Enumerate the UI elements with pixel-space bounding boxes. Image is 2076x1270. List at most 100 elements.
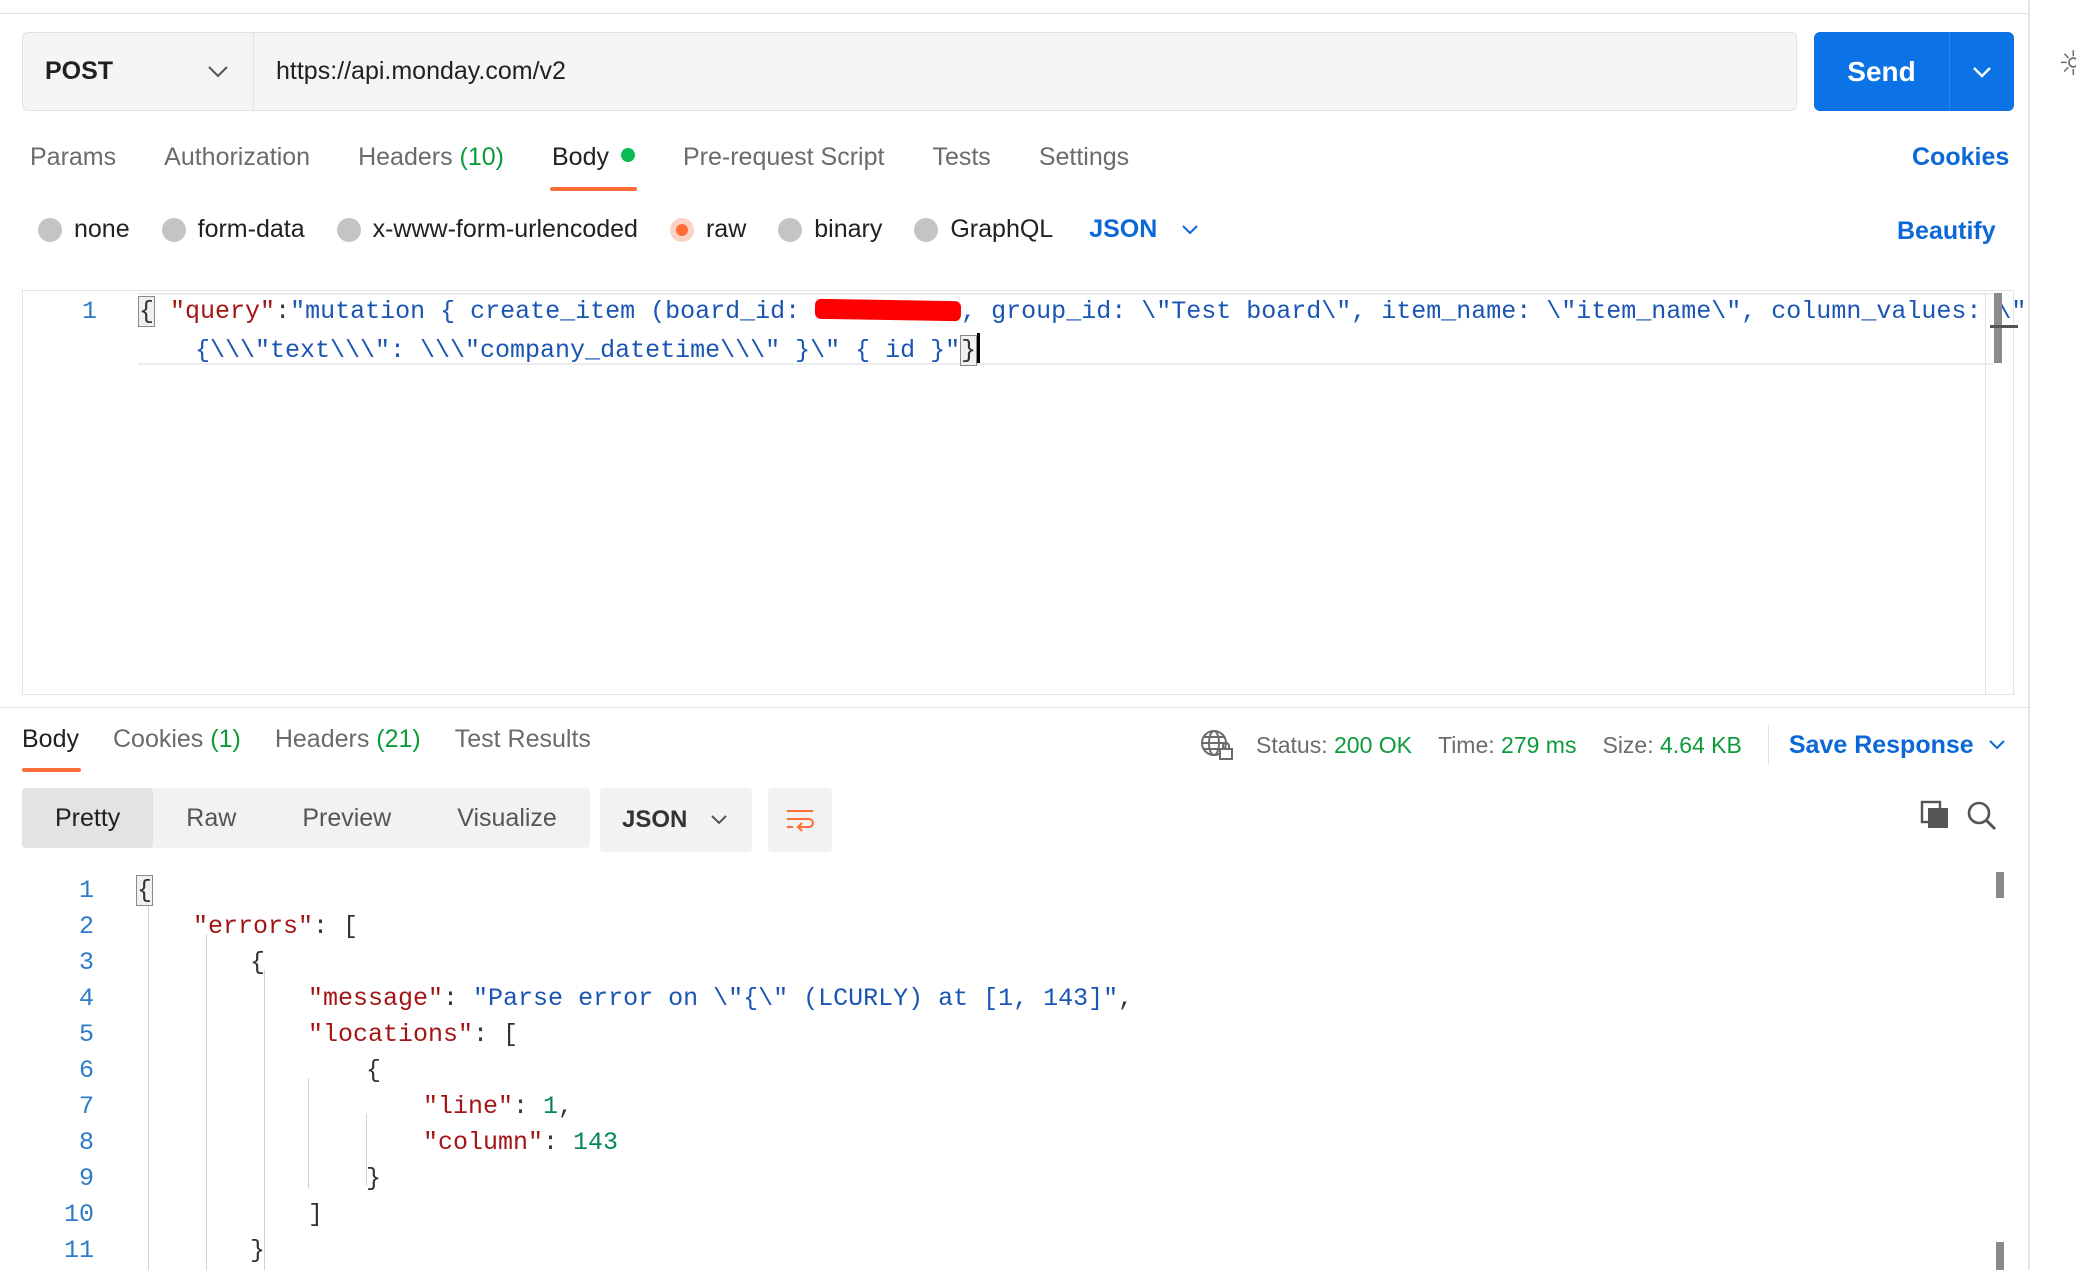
tab-response-cookies[interactable]: Cookies (1) xyxy=(113,725,241,754)
scrollbar-thumb[interactable] xyxy=(1996,872,2004,898)
view-visualize[interactable]: Visualize xyxy=(424,788,590,848)
indent-guide xyxy=(148,898,149,1270)
lightbulb-icon[interactable]: ☼ xyxy=(2058,44,2076,84)
json-line: { xyxy=(250,948,266,977)
scrollbar-thumb[interactable] xyxy=(1994,293,2002,363)
url-input[interactable] xyxy=(254,33,1796,110)
scroll-marker xyxy=(1990,325,2018,328)
redacted-board-id xyxy=(815,298,962,322)
tab-test-results[interactable]: Test Results xyxy=(455,725,591,754)
wrap-lines-icon xyxy=(787,810,814,832)
tab-settings[interactable]: Settings xyxy=(1039,143,1129,193)
time-readout[interactable]: Time: 279 ms xyxy=(1438,732,1576,759)
json-line: "locations": [ xyxy=(308,1020,519,1049)
view-preview[interactable]: Preview xyxy=(269,788,424,848)
radio-x-www-form-urlencoded[interactable]: x-www-form-urlencoded xyxy=(336,215,638,244)
indent-guide xyxy=(206,934,207,1270)
method-select[interactable]: POST xyxy=(23,33,254,110)
view-raw[interactable]: Raw xyxy=(153,788,269,848)
status-readout[interactable]: Status: 200 OK xyxy=(1256,732,1412,759)
view-pretty[interactable]: Pretty xyxy=(22,788,154,848)
line-gutter: 1 xyxy=(23,291,135,694)
tab-params[interactable]: Params xyxy=(30,143,116,193)
line-number: 1 xyxy=(81,297,97,326)
json-line: "errors": [ xyxy=(193,912,359,941)
tab-pre-request-script[interactable]: Pre-request Script xyxy=(683,143,884,193)
line-number: 3 xyxy=(78,948,94,977)
radio-circle xyxy=(161,217,186,242)
size-readout[interactable]: Size: 4.64 KB xyxy=(1602,732,1741,759)
indent-guide xyxy=(308,1078,309,1188)
send-button[interactable]: Send xyxy=(1814,32,1950,111)
scrollbar-thumb-bottom[interactable] xyxy=(1996,1242,2004,1270)
meta-separator xyxy=(1767,725,1769,765)
send-options-button[interactable] xyxy=(1950,32,2014,111)
response-tabs: Body Cookies (1) Headers (21) Test Resul… xyxy=(22,725,625,772)
chevron-down-icon xyxy=(1973,66,1991,78)
line-number: 10 xyxy=(63,1200,94,1229)
response-body-viewer[interactable]: 1 { 2 "errors": [ 3 { 4 "message": "Pars… xyxy=(0,868,2028,1270)
cookies-link[interactable]: Cookies xyxy=(1912,143,2009,172)
send-button-group: Send xyxy=(1814,32,2014,111)
radio-form-data[interactable]: form-data xyxy=(161,215,305,244)
response-view-selector: Pretty Raw Preview Visualize xyxy=(22,788,590,848)
top-divider xyxy=(0,0,2030,14)
line-number: 11 xyxy=(63,1236,94,1265)
code-line-1-wrap: {\\\"text\\\": \\\"company_datetime\\\" … xyxy=(195,333,981,366)
tab-body[interactable]: Body xyxy=(550,143,637,193)
tab-headers[interactable]: Headers (10) xyxy=(358,143,504,193)
line-number: 2 xyxy=(78,912,94,941)
wrap-lines-button[interactable] xyxy=(768,788,832,852)
radio-binary[interactable]: binary xyxy=(778,215,882,244)
request-body-editor[interactable]: 1 { "query":"mutation { create_item (boa… xyxy=(22,290,2026,695)
chevron-down-icon xyxy=(1182,224,1199,234)
radio-circle xyxy=(778,217,803,242)
line-number: 8 xyxy=(78,1128,94,1157)
json-line: "line": 1, xyxy=(423,1092,574,1121)
text-cursor xyxy=(977,333,981,363)
tab-tests[interactable]: Tests xyxy=(932,143,990,193)
tab-authorization[interactable]: Authorization xyxy=(164,143,310,193)
response-format-select[interactable]: JSON xyxy=(600,788,752,852)
line-number: 5 xyxy=(78,1020,94,1049)
beautify-button[interactable]: Beautify xyxy=(1897,217,1996,246)
response-meta: Status: 200 OK Time: 279 ms Size: 4.64 K… xyxy=(1200,725,2006,765)
json-line: { xyxy=(366,1056,382,1085)
line-number: 7 xyxy=(78,1092,94,1121)
json-line: "message": "Parse error on \"{\" (LCURLY… xyxy=(308,984,1134,1013)
radio-circle-selected xyxy=(669,217,694,242)
json-line: { xyxy=(136,875,154,906)
radio-circle xyxy=(336,217,361,242)
json-line: "column": 143 xyxy=(423,1128,619,1157)
copy-icon[interactable] xyxy=(1920,800,1950,835)
url-bar: POST xyxy=(22,32,1797,111)
body-indicator-dot xyxy=(620,148,635,162)
indent-guide xyxy=(264,970,265,1270)
chevron-down-icon xyxy=(208,65,228,77)
line-number: 4 xyxy=(78,984,94,1013)
pane-divider[interactable] xyxy=(0,707,2030,708)
line-number: 1 xyxy=(78,876,94,905)
chevron-down-icon xyxy=(1988,740,2005,750)
request-tabs: Params Authorization Headers (10) Body P… xyxy=(30,143,1177,193)
body-mode-options: none form-data x-www-form-urlencoded raw… xyxy=(38,215,1199,244)
code-line-1: { "query":"mutation { create_item (board… xyxy=(138,296,2027,327)
radio-circle xyxy=(914,217,939,242)
line-number: 6 xyxy=(78,1056,94,1085)
tab-response-body[interactable]: Body xyxy=(22,725,81,772)
search-icon[interactable] xyxy=(1966,800,1998,837)
radio-circle xyxy=(38,217,62,242)
json-line: } xyxy=(250,1236,266,1265)
tab-response-headers[interactable]: Headers (21) xyxy=(275,725,421,754)
globe-lock-icon[interactable] xyxy=(1200,729,1234,761)
radio-raw[interactable]: raw xyxy=(669,215,746,244)
method-label: POST xyxy=(45,57,114,85)
radio-graphql[interactable]: GraphQL xyxy=(914,215,1053,244)
right-panel-divider xyxy=(2028,0,2030,1270)
editor-scrollbar[interactable] xyxy=(1985,291,2018,694)
json-line: } xyxy=(366,1164,382,1193)
save-response-button[interactable]: Save Response xyxy=(1789,731,2006,760)
chevron-down-icon xyxy=(711,815,727,825)
body-format-select[interactable]: JSON xyxy=(1089,215,1199,244)
radio-none[interactable]: none xyxy=(38,215,130,244)
